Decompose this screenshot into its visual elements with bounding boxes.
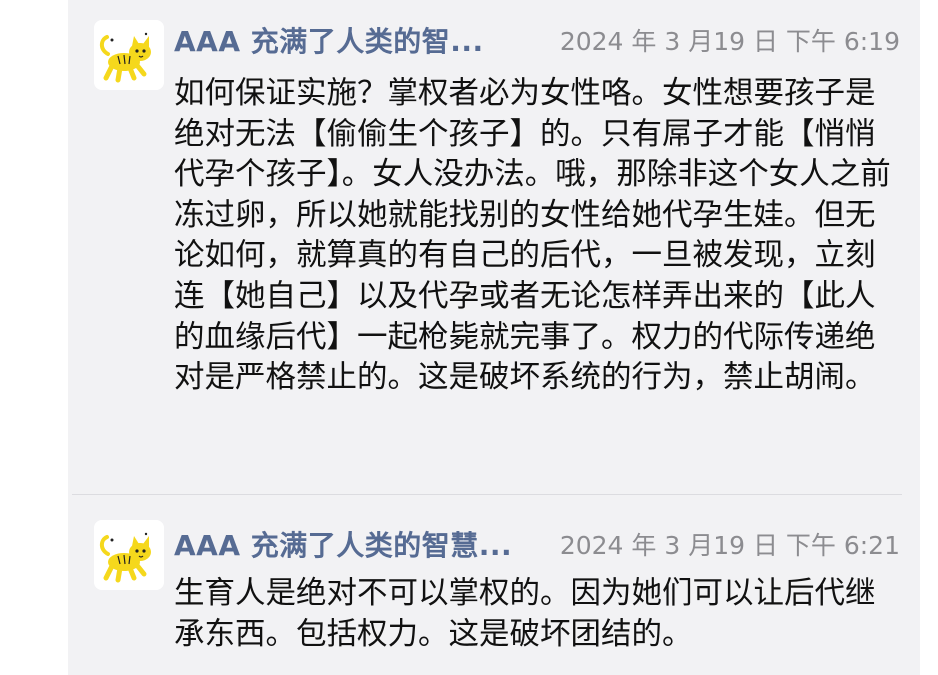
- message-body: 如何保证实施？掌权者必为女性咯。女性想要孩子是绝对无法【偷偷生个孩子】的。只有屌…: [174, 76, 891, 396]
- message-header: AAA 充满了人类的智慧... 2024 年 3 月19 日 下午 6:21: [174, 522, 902, 562]
- divider: [72, 494, 902, 495]
- chat-page: AAA 充满了人类的智... 2024 年 3 月19 日 下午 6:19 如何…: [0, 0, 938, 675]
- message-item[interactable]: AAA 充满了人类的智... 2024 年 3 月19 日 下午 6:19 如何…: [68, 0, 920, 490]
- avatar[interactable]: [94, 520, 164, 590]
- avatar[interactable]: [94, 20, 164, 90]
- message-header: AAA 充满了人类的智... 2024 年 3 月19 日 下午 6:19: [174, 18, 902, 58]
- timestamp: 2024 年 3 月19 日 下午 6:19: [559, 27, 900, 56]
- cat-icon: [94, 520, 164, 590]
- message-item[interactable]: AAA 充满了人类的智慧... 2024 年 3 月19 日 下午 6:21 生…: [68, 500, 920, 675]
- message-body: 生育人是绝对不可以掌权的。因为她们可以让后代继承东西。包括权力。这是破坏团结的。: [174, 576, 876, 652]
- timestamp: 2024 年 3 月19 日 下午 6:21: [559, 531, 900, 560]
- author-name[interactable]: AAA 充满了人类的智慧...: [174, 524, 512, 564]
- cat-icon: [94, 20, 164, 90]
- author-name[interactable]: AAA 充满了人类的智...: [174, 20, 484, 60]
